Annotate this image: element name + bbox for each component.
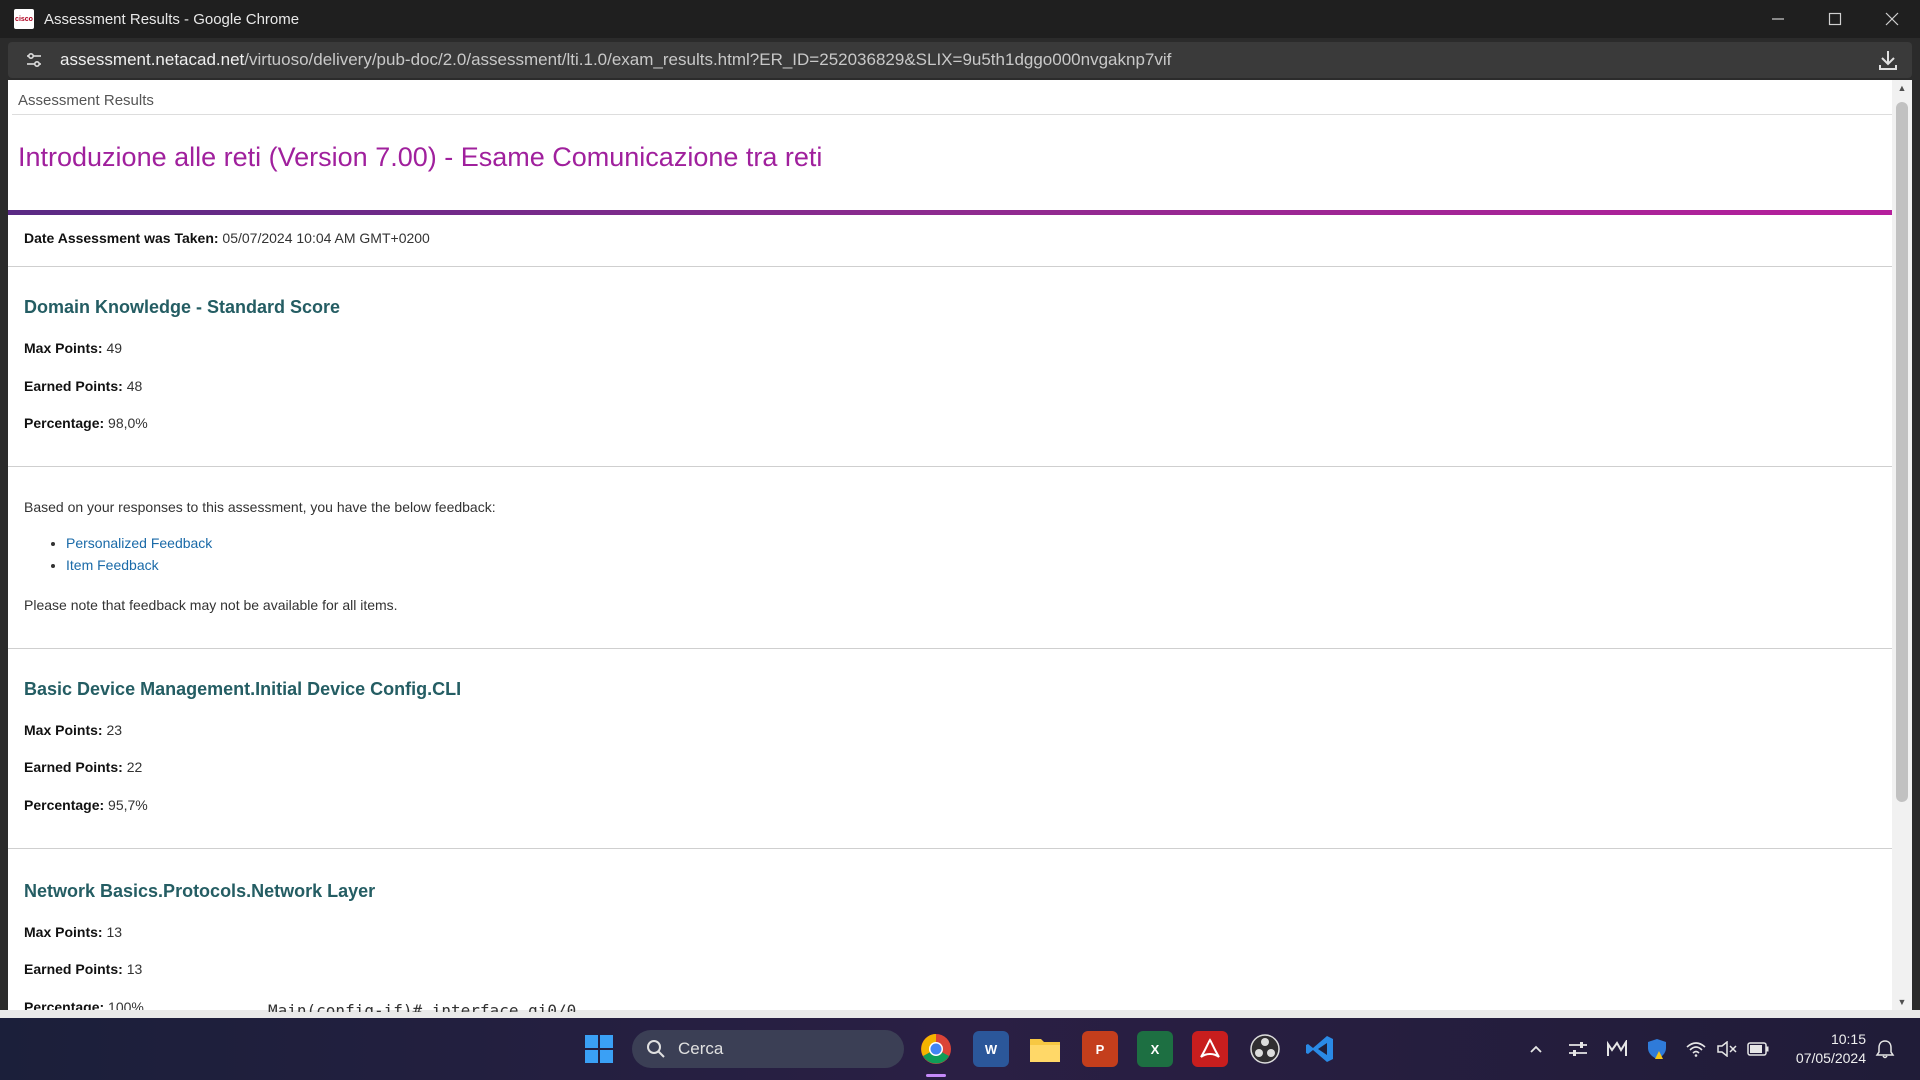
excel-letter: X — [1150, 1041, 1160, 1057]
assessment-page: Assessment Results Introduzione alle ret… — [8, 80, 1892, 1010]
tray-chevron-icon[interactable] — [1528, 1018, 1544, 1080]
feedback-note: Please note that feedback may not be ava… — [24, 597, 398, 613]
search-icon — [647, 1040, 665, 1058]
network-pct-row: Percentage: 100% — [24, 999, 144, 1010]
chrome-icon[interactable] — [918, 1031, 954, 1067]
basic-earned-row: Earned Points: 22 — [24, 759, 142, 775]
obs-icon[interactable] — [1247, 1031, 1283, 1067]
breadcrumb: Assessment Results — [18, 92, 154, 109]
url-text[interactable]: assessment.netacad.net/virtuoso/delivery… — [60, 50, 1171, 70]
clock-time: 10:15 — [1830, 1031, 1866, 1047]
cisco-favicon-icon: cisco — [14, 9, 34, 29]
scroll-up-icon[interactable]: ▲ — [1892, 80, 1912, 96]
earned-points-value: 48 — [126, 378, 143, 394]
close-icon[interactable] — [1863, 0, 1920, 38]
maximize-icon[interactable] — [1806, 0, 1863, 38]
percentage-value: 100% — [108, 999, 144, 1010]
taskbar: Cerca W P X 10:15 07/05/2024 — [0, 1018, 1920, 1080]
window-controls — [1749, 0, 1920, 38]
max-points-label: Max Points: — [24, 722, 103, 738]
search-label: Cerca — [678, 1039, 724, 1058]
wifi-icon[interactable] — [1686, 1018, 1706, 1080]
terminal-text: Main(config-if)# interface gi0/0 — [268, 1004, 576, 1012]
page-viewport: Assessment Results Introduzione alle ret… — [8, 80, 1912, 1010]
volume-muted-icon[interactable] — [1717, 1018, 1737, 1080]
window-titlebar: cisco Assessment Results - Google Chrome — [0, 0, 1920, 38]
word-letter: W — [984, 1041, 998, 1057]
earned-points-value: 13 — [126, 961, 143, 977]
page-title: Introduzione alle reti (Version 7.00) - … — [18, 142, 823, 172]
date-row: Date Assessment was Taken: 05/07/2024 10… — [24, 230, 430, 246]
word-icon[interactable]: W — [973, 1031, 1009, 1067]
percentage-label: Percentage: — [24, 415, 105, 431]
powerpoint-icon[interactable]: P — [1082, 1031, 1118, 1067]
scrollbar-thumb[interactable] — [1896, 102, 1908, 802]
system-clock[interactable]: 10:15 07/05/2024 — [1796, 1030, 1866, 1068]
earned-points-label: Earned Points: — [24, 961, 123, 977]
sliders-icon[interactable] — [1568, 1018, 1588, 1080]
list-item: Item Feedback — [66, 557, 212, 573]
item-feedback-link[interactable]: Item Feedback — [66, 557, 159, 573]
url-host: assessment.netacad.net — [60, 50, 245, 69]
divider — [12, 114, 1892, 115]
taskbar-search[interactable]: Cerca — [632, 1030, 904, 1068]
basic-device-heading: Basic Device Management.Initial Device C… — [24, 679, 462, 699]
max-points-value: 13 — [106, 924, 123, 940]
date-value: 05/07/2024 10:04 AM GMT+0200 — [222, 230, 430, 246]
background-window-strip: Main(config-if)# interface gi0/0 — [0, 1004, 1920, 1018]
list-item: Personalized Feedback — [66, 535, 212, 551]
domain-pct-row: Percentage: 98,0% — [24, 415, 148, 431]
feedback-links: Personalized Feedback Item Feedback — [66, 535, 212, 579]
address-bar[interactable]: assessment.netacad.net/virtuoso/delivery… — [8, 42, 1912, 78]
active-app-indicator — [926, 1074, 946, 1077]
favicon-text: cisco — [15, 15, 33, 23]
feedback-intro: Based on your responses to this assessme… — [24, 499, 496, 515]
max-points-value: 49 — [106, 340, 123, 356]
earned-points-label: Earned Points: — [24, 378, 123, 394]
network-basics-section: Network Basics.Protocols.Network Layer M… — [8, 849, 1892, 1010]
max-points-label: Max Points: — [24, 924, 103, 940]
download-icon[interactable] — [1876, 48, 1900, 72]
network-basics-heading: Network Basics.Protocols.Network Layer — [24, 881, 376, 901]
vertical-scrollbar[interactable]: ▲ ▼ — [1892, 80, 1912, 1010]
earned-points-value: 22 — [126, 759, 143, 775]
basic-max-row: Max Points: 23 — [24, 722, 122, 738]
window-title: Assessment Results - Google Chrome — [44, 10, 300, 28]
file-explorer-icon[interactable] — [1027, 1031, 1063, 1067]
max-points-label: Max Points: — [24, 340, 103, 356]
clock-date: 07/05/2024 — [1795, 1050, 1866, 1066]
windows-start-icon[interactable] — [581, 1031, 617, 1067]
excel-icon[interactable]: X — [1137, 1031, 1173, 1067]
minimize-icon[interactable] — [1749, 0, 1806, 38]
notifications-icon[interactable] — [1875, 1018, 1895, 1080]
percentage-value: 98,0% — [108, 415, 148, 431]
earned-points-label: Earned Points: — [24, 759, 123, 775]
scroll-down-icon[interactable]: ▼ — [1892, 994, 1912, 1010]
network-earned-row: Earned Points: 13 — [24, 961, 142, 977]
vscode-icon[interactable] — [1302, 1031, 1338, 1067]
domain-max-row: Max Points: 49 — [24, 340, 122, 356]
domain-knowledge-section: Domain Knowledge - Standard Score Max Po… — [8, 267, 1892, 467]
percentage-value: 95,7% — [108, 797, 148, 813]
date-section: Date Assessment was Taken: 05/07/2024 10… — [8, 215, 1892, 267]
domain-earned-row: Earned Points: 48 — [24, 378, 142, 394]
metrics-icon[interactable] — [1606, 1018, 1628, 1080]
percentage-label: Percentage: — [24, 999, 105, 1010]
personalized-feedback-link[interactable]: Personalized Feedback — [66, 535, 212, 551]
domain-heading: Domain Knowledge - Standard Score — [24, 297, 341, 317]
feedback-section: Based on your responses to this assessme… — [8, 467, 1892, 649]
security-shield-icon[interactable] — [1646, 1018, 1668, 1080]
basic-device-section: Basic Device Management.Initial Device C… — [8, 649, 1892, 849]
percentage-label: Percentage: — [24, 797, 105, 813]
date-label: Date Assessment was Taken: — [24, 230, 219, 246]
url-path: /virtuoso/delivery/pub-doc/2.0/assessmen… — [244, 50, 1172, 69]
max-points-value: 23 — [106, 722, 123, 738]
powerpoint-letter: P — [1095, 1041, 1105, 1057]
acrobat-icon[interactable] — [1192, 1031, 1228, 1067]
battery-icon[interactable] — [1747, 1018, 1769, 1080]
basic-pct-row: Percentage: 95,7% — [24, 797, 148, 813]
network-max-row: Max Points: 13 — [24, 924, 122, 940]
site-info-icon[interactable] — [22, 48, 46, 72]
